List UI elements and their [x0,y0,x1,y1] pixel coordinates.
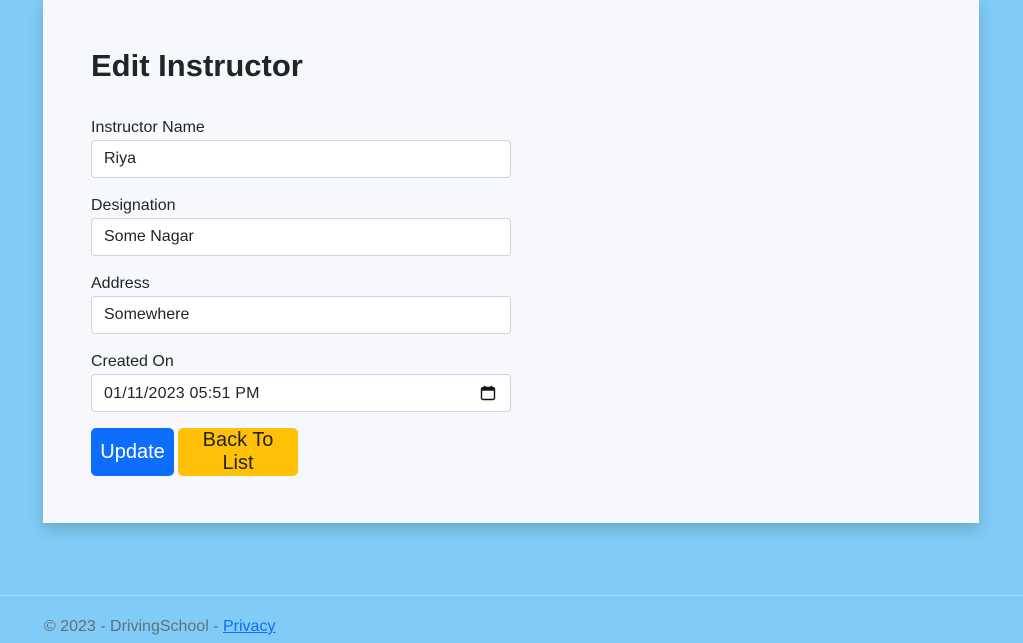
update-button[interactable]: Update [91,428,174,476]
created-on-label: Created On [91,353,174,370]
footer-copyright: © 2023 - DrivingSchool - [44,618,223,635]
created-on-value: 01/11/2023 05:51 PM [104,385,260,402]
designation-label: Designation [91,197,176,214]
address-label: Address [91,275,150,292]
footer-divider [0,595,1023,596]
footer: © 2023 - DrivingSchool - Privacy [44,617,275,637]
page-title: Edit Instructor [91,48,303,83]
back-to-list-button[interactable]: Back To List [178,428,298,476]
designation-input[interactable] [91,218,511,256]
instructor-name-label: Instructor Name [91,119,205,136]
instructor-name-input[interactable] [91,140,511,178]
created-on-input[interactable]: 01/11/2023 05:51 PM [91,374,511,412]
edit-card: Edit Instructor Instructor Name Designat… [43,0,979,523]
calendar-icon[interactable] [480,385,496,401]
address-input[interactable] [91,296,511,334]
privacy-link[interactable]: Privacy [223,618,275,635]
